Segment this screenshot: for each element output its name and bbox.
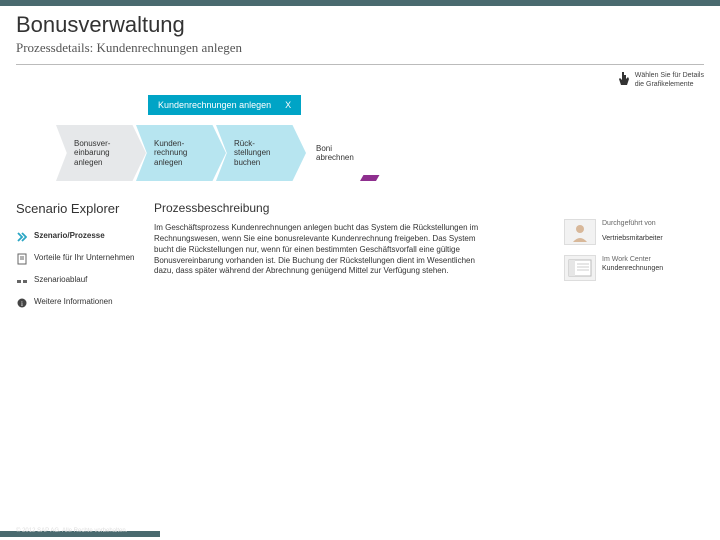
flow-step-3[interactable]: Rück- stellungen buchen (216, 125, 306, 181)
hint-text: Wählen Sie für Details die Grafikelement… (635, 71, 704, 89)
flow-step-1[interactable]: Bonusver- einbarung anlegen (56, 125, 146, 181)
hint-line1: Wählen Sie für Details (635, 71, 704, 80)
document-icon (16, 253, 28, 265)
process-flow: Bonusver- einbarung anlegen Kunden- rech… (40, 119, 720, 181)
scenario-explorer: Scenario Explorer Szenario/Prozesse Vort… (16, 201, 136, 319)
lower-section: Scenario Explorer Szenario/Prozesse Vort… (0, 181, 720, 319)
work-center-value: Kundenrechnungen (602, 264, 663, 273)
performed-by-value: Vertriebsmitarbeiter (602, 234, 663, 243)
description-body: Im Geschäftsprozess Kundenrechnungen anl… (154, 223, 494, 277)
svg-text:i: i (21, 300, 23, 308)
description-heading: Prozessbeschreibung (154, 201, 546, 215)
page-subtitle: Prozessdetails: Kundenrechnungen anlegen (16, 40, 704, 56)
work-center-block: Im Work Center Kundenrechnungen (564, 255, 704, 281)
explorer-item-label: Szenario/Prozesse (34, 231, 105, 240)
explorer-item-label: Vorteile für Ihr Unternehmen (34, 253, 135, 262)
flow-step-2-label: Kunden- rechnung anlegen (154, 139, 187, 168)
flow-step-3-label: Rück- stellungen buchen (234, 139, 270, 168)
explorer-item-label: Szenarioablauf (34, 275, 87, 284)
panel-title: Kundenrechnungen anlegen (158, 100, 271, 110)
performed-by-block: Durchgeführt von Vertriebsmitarbeiter (564, 219, 704, 245)
explorer-item-benefits[interactable]: Vorteile für Ihr Unternehmen (16, 253, 136, 265)
avatar-thumb (564, 219, 596, 245)
flow-post-label: Boni abrechnen (316, 144, 354, 163)
footer: © 2012 SAP AG. Alle Rechte vorbehalten. (0, 522, 720, 540)
explorer-item-info[interactable]: i Weitere Informationen (16, 297, 136, 309)
panel-header: Kundenrechnungen anlegen X (148, 95, 301, 115)
pointer-icon (617, 71, 631, 89)
close-icon[interactable]: X (285, 100, 291, 110)
flow-step-1-label: Bonusver- einbarung anlegen (74, 139, 110, 168)
hint-row: Wählen Sie für Details die Grafikelement… (0, 65, 720, 91)
header: Bonusverwaltung Prozessdetails: Kundenre… (0, 6, 720, 64)
page-title: Bonusverwaltung (16, 12, 704, 38)
flow-post-step[interactable]: Boni abrechnen (296, 125, 376, 181)
performed-by-label: Durchgeführt von (602, 219, 663, 228)
meta-panel: Durchgeführt von Vertriebsmitarbeiter Im… (564, 201, 704, 319)
explorer-item-flow[interactable]: Szenarioablauf (16, 275, 136, 287)
flow-icon (16, 275, 28, 287)
panel-row: Kundenrechnungen anlegen X (0, 95, 720, 115)
work-center-label: Im Work Center (602, 255, 663, 264)
explorer-heading: Scenario Explorer (16, 201, 136, 217)
chevron-right-icon (16, 231, 28, 243)
workcenter-thumb (564, 255, 596, 281)
explorer-item-label: Weitere Informationen (34, 297, 113, 306)
flow-step-2[interactable]: Kunden- rechnung anlegen (136, 125, 226, 181)
hint-line2: die Grafikelemente (635, 80, 704, 89)
description-panel: Prozessbeschreibung Im Geschäftsprozess … (154, 201, 546, 319)
info-icon: i (16, 297, 28, 309)
copyright: © 2012 SAP AG. Alle Rechte vorbehalten. (16, 528, 127, 534)
explorer-item-scenario[interactable]: Szenario/Prozesse (16, 231, 136, 243)
